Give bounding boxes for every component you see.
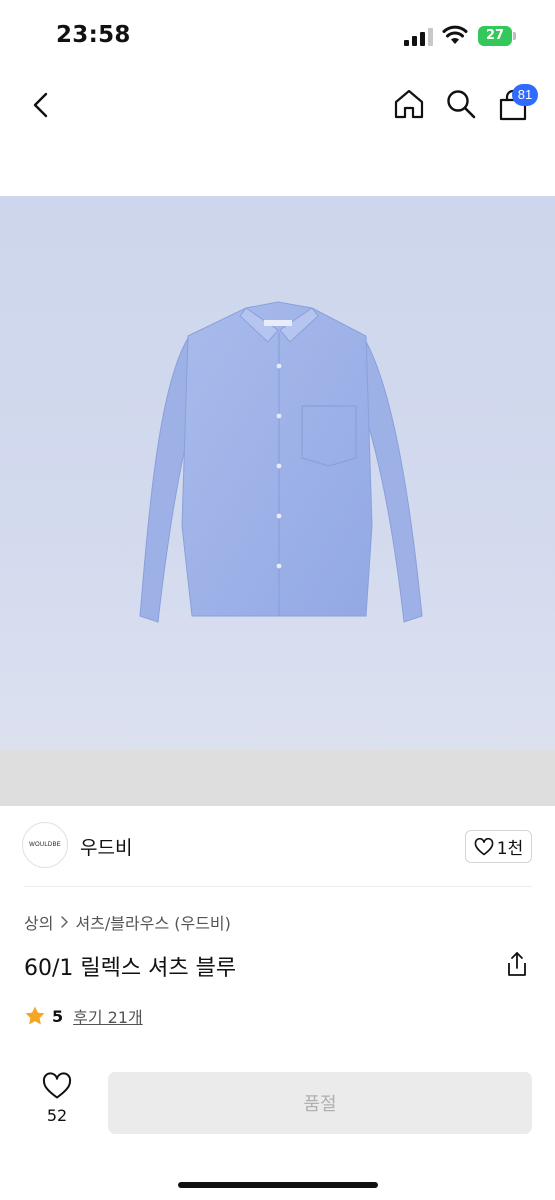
chevron-right-icon xyxy=(61,916,69,928)
brand-name[interactable]: 우드비 xyxy=(80,833,132,860)
heart-icon xyxy=(474,837,494,855)
sold-out-button[interactable]: 품절 xyxy=(108,1072,532,1134)
shirt-illustration xyxy=(139,301,423,623)
brand-like-count: 1천 xyxy=(496,839,524,859)
cart-count-badge: 81 xyxy=(512,84,538,106)
product-title: 60/1 릴렉스 셔츠 블루 xyxy=(24,956,237,981)
wishlist-count: 52 xyxy=(46,1106,68,1125)
breadcrumb-category[interactable]: 상의 xyxy=(24,910,53,934)
battery-level: 27 xyxy=(485,28,505,43)
status-time: 23:58 xyxy=(56,22,131,48)
brand-row[interactable]: WOULDBE 우드비 1천 xyxy=(0,820,555,872)
rating-score: 5 xyxy=(52,1006,64,1026)
home-icon[interactable] xyxy=(392,87,426,121)
search-icon[interactable] xyxy=(444,87,478,121)
review-count-link[interactable]: 후기 21개 xyxy=(73,1004,143,1028)
nav-header: 81 xyxy=(0,76,555,136)
breadcrumb: 상의 셔츠/블라우스 (우드비) xyxy=(24,910,231,934)
rating-row: 5 후기 21개 xyxy=(24,1004,143,1028)
product-image[interactable] xyxy=(0,196,555,750)
brand-logo-text: WOULDBE xyxy=(29,842,61,848)
image-gallery-strip[interactable] xyxy=(0,750,555,806)
brand-like-button[interactable]: 1천 xyxy=(465,830,532,863)
wifi-icon xyxy=(442,25,468,44)
star-icon xyxy=(25,1006,45,1025)
divider xyxy=(24,886,532,887)
home-indicator xyxy=(178,1182,378,1188)
brand-logo[interactable]: WOULDBE xyxy=(22,822,68,868)
battery-indicator: 27 xyxy=(478,26,516,46)
share-icon[interactable] xyxy=(504,950,530,978)
signal-icon xyxy=(404,28,433,46)
heart-icon xyxy=(42,1072,72,1099)
cart-button[interactable]: 81 xyxy=(494,84,540,124)
breadcrumb-subcategory[interactable]: 셔츠/블라우스 (우드비) xyxy=(75,910,230,934)
wishlist-button[interactable]: 52 xyxy=(32,1072,82,1132)
back-icon[interactable] xyxy=(28,90,54,120)
status-bar: 23:58 27 xyxy=(0,0,555,76)
